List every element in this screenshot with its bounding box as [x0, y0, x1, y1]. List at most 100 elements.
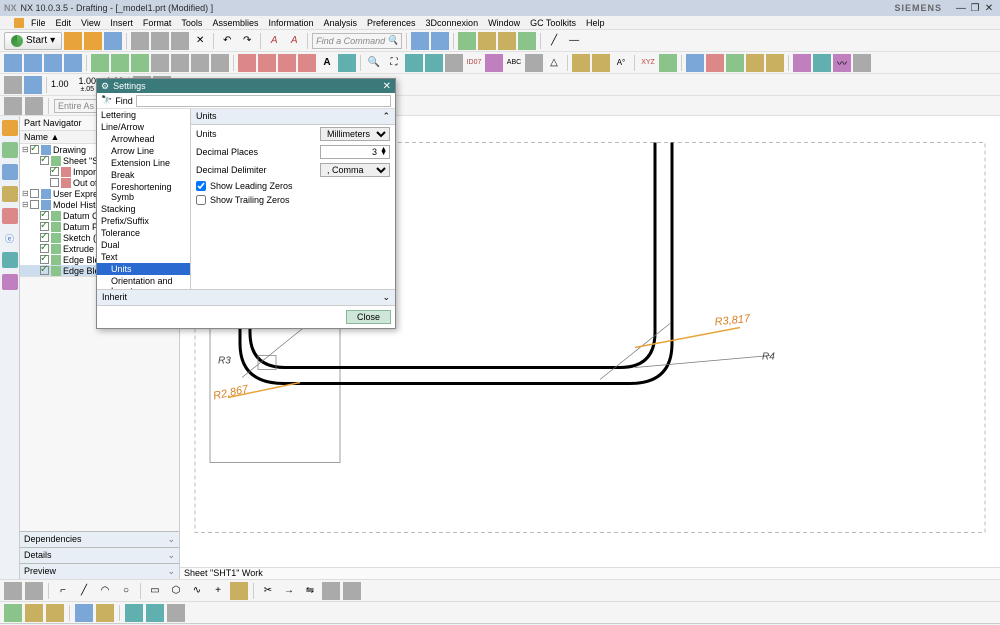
preview-bar[interactable]: Preview⌄	[20, 563, 179, 579]
tr2-icon-23[interactable]	[726, 54, 744, 72]
ft-icon-2[interactable]	[25, 604, 43, 622]
tr2-icon-5[interactable]	[91, 54, 109, 72]
rb-history-icon[interactable]	[2, 252, 18, 268]
find-command-input[interactable]: Find a Command 🔍	[312, 33, 402, 49]
redo-icon[interactable]: ↷	[238, 32, 256, 50]
tr2-icon-14[interactable]	[425, 54, 443, 72]
menu-tools[interactable]: Tools	[176, 18, 207, 28]
circle-icon[interactable]: ○	[117, 582, 135, 600]
details-bar[interactable]: Details⌄	[20, 547, 179, 563]
zoom-icon[interactable]: 🔍	[365, 54, 383, 72]
tr2-icon-17[interactable]	[525, 54, 543, 72]
close-button[interactable]: Close	[346, 310, 391, 324]
dimension-icon-1[interactable]	[238, 54, 256, 72]
line-tool-icon[interactable]: ╱	[545, 32, 563, 50]
rb-constraint-icon[interactable]	[2, 164, 18, 180]
menu-view[interactable]: View	[76, 18, 105, 28]
tr2-icon-22[interactable]	[706, 54, 724, 72]
tr2-icon-16[interactable]	[485, 54, 503, 72]
minimize-button[interactable]: —	[954, 3, 968, 14]
datum-a-icon[interactable]: A°	[612, 54, 630, 72]
offset-icon[interactable]	[230, 582, 248, 600]
tr2-icon-21[interactable]	[686, 54, 704, 72]
tr2-icon-18[interactable]	[572, 54, 590, 72]
abc-icon[interactable]: ABC	[505, 54, 523, 72]
open-file-icon[interactable]	[84, 32, 102, 50]
rb-reuse-icon[interactable]	[2, 186, 18, 202]
menu-help[interactable]: Help	[581, 18, 610, 28]
settings-tree-item[interactable]: Foreshortening Symb	[97, 181, 190, 203]
undo-icon[interactable]: ↶	[218, 32, 236, 50]
tr2-icon-15[interactable]	[445, 54, 463, 72]
spinner-icon[interactable]: ▲▼	[380, 148, 387, 156]
menu-assemblies[interactable]: Assemblies	[207, 18, 263, 28]
show-trailing-zeros-checkbox[interactable]	[196, 195, 206, 205]
line-icon[interactable]: ╱	[75, 582, 93, 600]
tr2-icon-10[interactable]	[191, 54, 209, 72]
dimension-icon-4[interactable]	[298, 54, 316, 72]
ft-icon-8[interactable]	[167, 604, 185, 622]
settings-tree-item[interactable]: Stacking	[97, 203, 190, 215]
sk-icon-2[interactable]	[25, 582, 43, 600]
menu-insert[interactable]: Insert	[105, 18, 138, 28]
rb-ie-icon[interactable]: ⓔ	[2, 230, 18, 246]
menu-information[interactable]: Information	[263, 18, 318, 28]
decimal-delimiter-select[interactable]: , Comma	[320, 163, 390, 177]
ft-icon-7[interactable]	[146, 604, 164, 622]
dependencies-bar[interactable]: Dependencies⌄	[20, 531, 179, 547]
mirror-icon[interactable]: ⇋	[301, 582, 319, 600]
menu-format[interactable]: Format	[138, 18, 177, 28]
sk-icon-1[interactable]	[4, 582, 22, 600]
tr2-icon-27[interactable]	[813, 54, 831, 72]
menu-gctoolkits[interactable]: GC Toolkits	[525, 18, 581, 28]
sk-icon-4[interactable]	[343, 582, 361, 600]
polygon-icon[interactable]: ⬡	[167, 582, 185, 600]
tr2-icon-11[interactable]	[211, 54, 229, 72]
cut-icon[interactable]	[151, 32, 169, 50]
line-tool-2-icon[interactable]: —	[565, 32, 583, 50]
menu-3dconnexion[interactable]: 3Dconnexion	[421, 18, 484, 28]
measure-3-icon[interactable]	[498, 32, 516, 50]
tr2-icon-25[interactable]	[766, 54, 784, 72]
settings-tree-item[interactable]: Dual	[97, 239, 190, 251]
settings-tree-item[interactable]: Arrowhead	[97, 133, 190, 145]
measure-4-icon[interactable]	[518, 32, 536, 50]
inherit-bar[interactable]: Inherit ⌄	[97, 289, 395, 305]
triangle-icon[interactable]: △	[545, 54, 563, 72]
settings-dialog-titlebar[interactable]: ⚙ Settings ✕	[97, 79, 395, 93]
ft-icon-6[interactable]	[125, 604, 143, 622]
ft-icon-1[interactable]	[4, 604, 22, 622]
tr2-icon-28[interactable]	[853, 54, 871, 72]
point-icon[interactable]: +	[209, 582, 227, 600]
menu-file[interactable]: File	[26, 18, 51, 28]
spline-icon[interactable]: ∿	[188, 582, 206, 600]
settings-tree-item[interactable]: Text	[97, 251, 190, 263]
units-section-header[interactable]: Units ⌃	[191, 109, 395, 125]
sk-icon-3[interactable]	[322, 582, 340, 600]
profile-icon[interactable]: ⌐	[54, 582, 72, 600]
sel-filter-icon[interactable]	[4, 97, 22, 115]
tr2-icon-8[interactable]	[151, 54, 169, 72]
dim-value-a[interactable]: 1.00	[51, 80, 69, 89]
fit-icon[interactable]: ⛶	[385, 54, 403, 72]
ft-icon-3[interactable]	[46, 604, 64, 622]
menu-preferences[interactable]: Preferences	[362, 18, 421, 28]
tr2-icon-13[interactable]	[405, 54, 423, 72]
tr2-icon-20[interactable]	[659, 54, 677, 72]
tr2-icon-2[interactable]	[24, 54, 42, 72]
tr2-icon-19[interactable]	[592, 54, 610, 72]
xyz-icon[interactable]: XYZ	[639, 54, 657, 72]
settings-tree-item[interactable]: Line/Arrow	[97, 121, 190, 133]
tr2-icon-26[interactable]	[793, 54, 811, 72]
tr2-icon-9[interactable]	[171, 54, 189, 72]
tr2-icon-24[interactable]	[746, 54, 764, 72]
tr2-icon-3[interactable]	[44, 54, 62, 72]
rb-roles-icon[interactable]	[2, 274, 18, 290]
extend-icon[interactable]: →	[280, 582, 298, 600]
new-file-icon[interactable]	[64, 32, 82, 50]
delete-icon[interactable]: ✕	[191, 32, 209, 50]
dialog-close-icon[interactable]: ✕	[383, 81, 391, 92]
show-leading-zeros-checkbox[interactable]	[196, 181, 206, 191]
maximize-button[interactable]: ❐	[968, 3, 982, 14]
rb-assembly-icon[interactable]	[2, 142, 18, 158]
